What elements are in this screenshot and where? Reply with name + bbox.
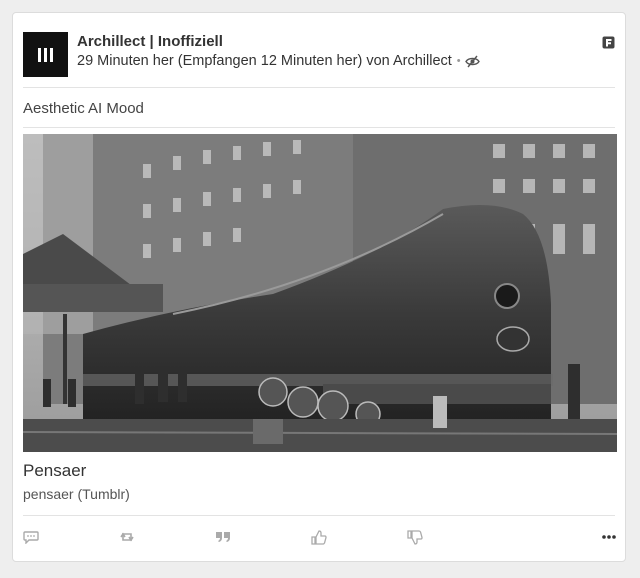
thumbs-up-icon[interactable] xyxy=(311,529,327,545)
more-icon[interactable] xyxy=(601,529,617,545)
thumbs-down-icon[interactable] xyxy=(407,529,423,545)
archillect-logo-icon xyxy=(38,47,53,62)
post-image[interactable] xyxy=(23,134,617,452)
retweet-icon[interactable] xyxy=(119,529,135,545)
post-header: Archillect | Inoffiziell 29 Minuten her … xyxy=(23,32,615,78)
caption-source[interactable]: pensaer (Tumblr) xyxy=(23,486,130,502)
source-name[interactable]: Archillect | Inoffiziell xyxy=(77,33,223,50)
caption-title[interactable]: Pensaer xyxy=(23,461,86,481)
meta-separator: • xyxy=(456,55,461,67)
action-bar xyxy=(23,527,617,547)
post-meta: 29 Minuten her (Empfangen 12 Minuten her… xyxy=(77,53,480,69)
eye-slash-icon[interactable] xyxy=(464,55,480,68)
post-meta-text: 29 Minuten her (Empfangen 12 Minuten her… xyxy=(77,53,452,69)
source-avatar[interactable] xyxy=(23,32,68,77)
actions-divider xyxy=(23,515,615,516)
comment-icon[interactable] xyxy=(23,529,39,545)
quote-icon[interactable] xyxy=(215,529,231,545)
feed-card: Archillect | Inoffiziell 29 Minuten her … xyxy=(12,12,626,562)
header-divider xyxy=(23,87,615,88)
post-title[interactable]: Aesthetic AI Mood xyxy=(23,100,144,117)
title-divider xyxy=(23,127,615,128)
feedly-icon[interactable] xyxy=(602,36,615,49)
